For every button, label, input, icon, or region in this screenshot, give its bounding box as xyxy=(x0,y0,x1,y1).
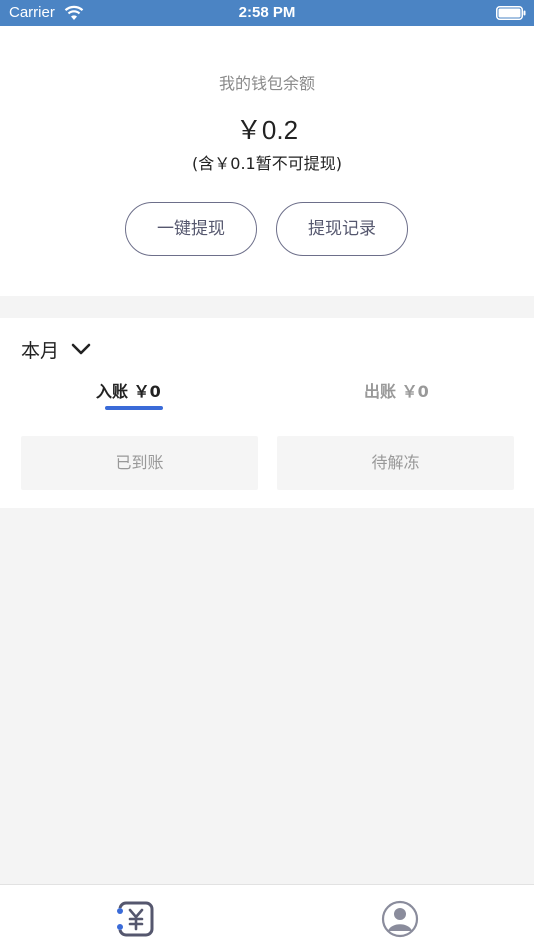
balance-label: 我的钱包余额 xyxy=(218,74,315,93)
tab-expense[interactable]: 出账 ￥0 xyxy=(364,378,429,402)
profile-icon[interactable] xyxy=(380,899,420,939)
status-bar: Carrier 2:58 PM xyxy=(0,0,534,26)
bottom-tab-bar xyxy=(0,884,534,950)
filter-arrived[interactable]: 已到账 xyxy=(21,436,258,490)
tab-income[interactable]: 入账 ￥0 xyxy=(96,378,161,402)
balance-card: 我的钱包余额 ￥0.2 (含￥0.1暂不可提现) 一键提现 提现记录 xyxy=(0,26,534,296)
withdraw-all-button[interactable]: 一键提现 xyxy=(125,202,257,256)
wallet-icon[interactable] xyxy=(114,899,154,939)
month-label: 本月 xyxy=(21,339,60,362)
withdraw-records-button[interactable]: 提现记录 xyxy=(276,202,408,256)
balance-amount: ￥0.2 xyxy=(235,115,299,145)
chevron-down-icon xyxy=(71,343,91,355)
battery-icon xyxy=(496,6,526,20)
monthly-summary: 本月 入账 ￥0 出账 ￥0 已到账 待解冻 xyxy=(0,318,534,508)
balance-note: (含￥0.1暂不可提现) xyxy=(192,154,342,173)
month-selector[interactable]: 本月 xyxy=(21,336,91,362)
filter-pending-unfreeze[interactable]: 待解冻 xyxy=(277,436,514,490)
clock: 2:58 PM xyxy=(238,4,296,21)
active-tab-indicator xyxy=(105,406,163,410)
